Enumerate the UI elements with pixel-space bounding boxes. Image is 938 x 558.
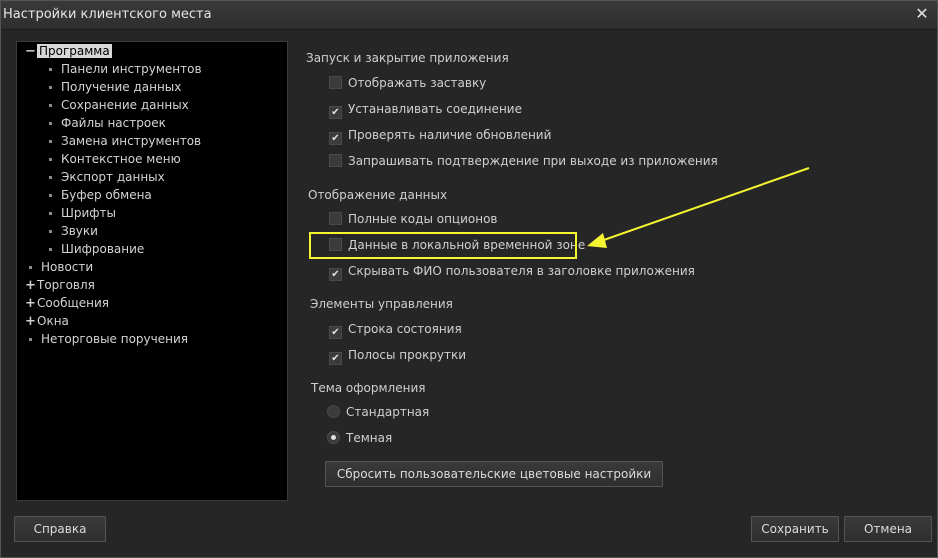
annotation-arrow-icon — [587, 167, 810, 248]
settings-window: Настройки клиентского места ✕ − Программа… — [0, 0, 938, 558]
